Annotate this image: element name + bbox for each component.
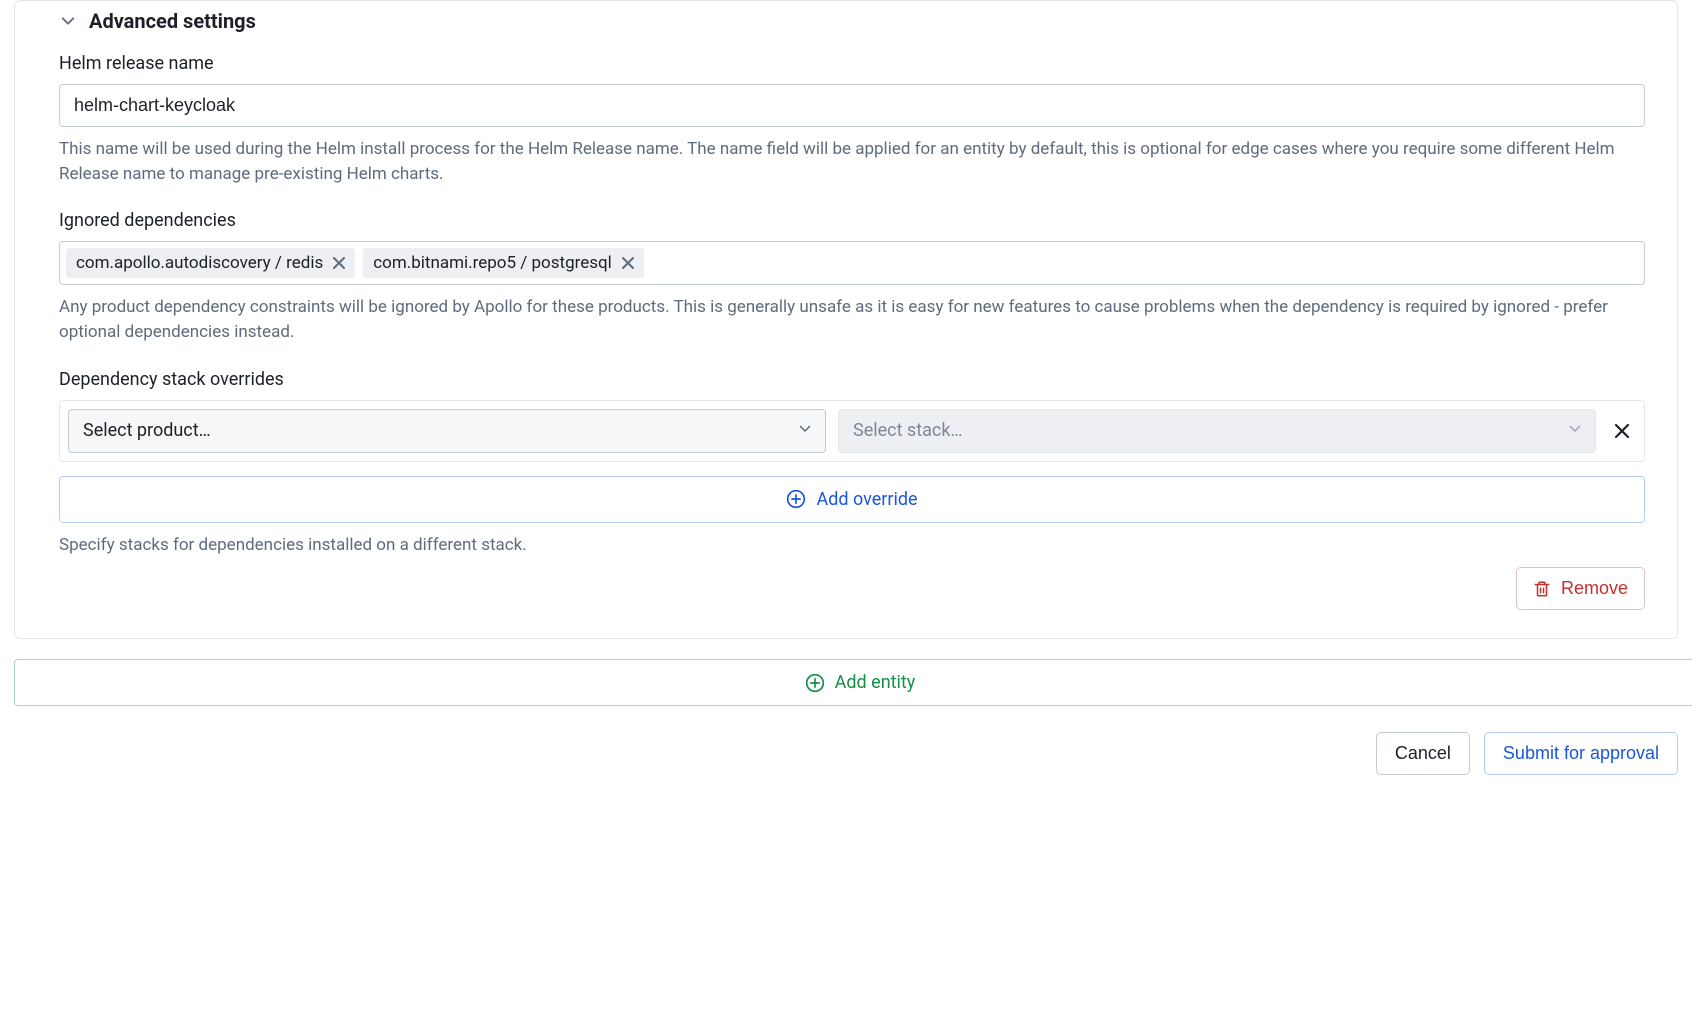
circle-plus-icon <box>805 673 825 693</box>
footer-actions: Cancel Submit for approval <box>14 732 1678 775</box>
cancel-button[interactable]: Cancel <box>1376 732 1470 775</box>
tag-label: com.apollo.autodiscovery / redis <box>76 253 323 273</box>
caret-down-icon <box>799 425 811 437</box>
dependency-overrides-field: Dependency stack overrides Select produc… <box>59 369 1645 558</box>
helm-release-help: This name will be used during the Helm i… <box>59 137 1645 186</box>
ignored-dependencies-field: Ignored dependencies com.apollo.autodisc… <box>59 210 1645 344</box>
submit-for-approval-button[interactable]: Submit for approval <box>1484 732 1678 775</box>
add-override-label: Add override <box>816 489 917 510</box>
product-select-placeholder: Select product… <box>83 420 211 441</box>
override-row: Select product… Select stack… <box>59 400 1645 462</box>
product-select[interactable]: Select product… <box>68 409 826 453</box>
remove-tag-icon[interactable] <box>620 255 636 271</box>
trash-icon <box>1533 580 1551 598</box>
stack-select-placeholder: Select stack… <box>853 420 963 441</box>
add-entity-button[interactable]: Add entity <box>14 659 1692 706</box>
remove-tag-icon[interactable] <box>331 255 347 271</box>
caret-down-icon <box>1569 425 1581 437</box>
add-entity-label: Add entity <box>835 672 916 693</box>
remove-button[interactable]: Remove <box>1516 567 1645 610</box>
dependency-tag: com.apollo.autodiscovery / redis <box>66 248 355 278</box>
dependency-overrides-help: Specify stacks for dependencies installe… <box>59 533 1645 558</box>
tag-label: com.bitnami.repo5 / postgresql <box>373 253 612 273</box>
helm-release-input[interactable] <box>59 84 1645 127</box>
dependency-tag: com.bitnami.repo5 / postgresql <box>363 248 644 278</box>
add-override-button[interactable]: Add override <box>59 476 1645 523</box>
ignored-dependencies-input[interactable]: com.apollo.autodiscovery / redis com.bit… <box>59 241 1645 285</box>
circle-plus-icon <box>786 489 806 509</box>
ignored-dependencies-label: Ignored dependencies <box>59 210 1645 231</box>
chevron-down-icon <box>59 12 77 30</box>
remove-override-row-button[interactable] <box>1608 423 1636 439</box>
ignored-dependencies-help: Any product dependency constraints will … <box>59 295 1645 344</box>
dependency-overrides-label: Dependency stack overrides <box>59 369 1645 390</box>
remove-button-label: Remove <box>1561 578 1628 599</box>
helm-release-label: Helm release name <box>59 53 1645 74</box>
helm-release-field: Helm release name This name will be used… <box>59 53 1645 186</box>
advanced-settings-toggle[interactable]: Advanced settings <box>59 9 1645 33</box>
section-title: Advanced settings <box>89 9 256 33</box>
advanced-settings-card: Advanced settings Helm release name This… <box>14 0 1678 639</box>
stack-select[interactable]: Select stack… <box>838 409 1596 453</box>
